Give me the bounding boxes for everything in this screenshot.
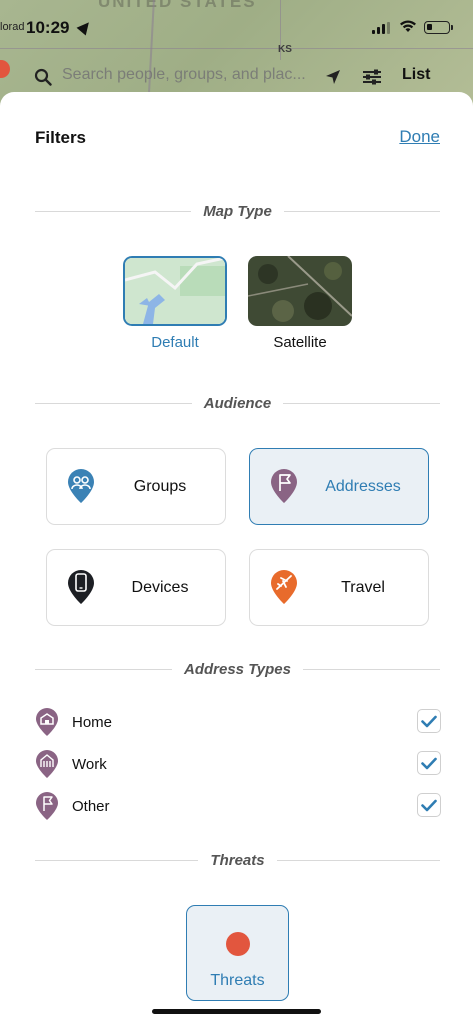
search-bar: List — [22, 60, 452, 96]
flag-pin-icon — [271, 469, 297, 503]
work-label: Work — [72, 755, 107, 773]
checkmark-icon — [421, 757, 437, 769]
satellite-map-thumbnail — [248, 256, 352, 326]
threats-card[interactable]: Threats — [186, 905, 289, 1001]
plane-pin-icon — [271, 570, 297, 604]
status-carrier: lorad — [0, 21, 25, 33]
threats-card-label: Threats — [210, 972, 265, 989]
home-indicator — [152, 1009, 321, 1014]
search-icon — [34, 68, 52, 86]
threat-dot-icon — [226, 932, 250, 956]
map-type-header: Map Type — [35, 203, 440, 220]
default-map-label: Default — [151, 334, 199, 351]
address-type-home: Home — [35, 707, 441, 737]
filters-sheet: Filters Done Map Type Default Satellite … — [0, 92, 473, 1024]
sliders-icon[interactable] — [362, 68, 382, 86]
flag-pin-icon — [36, 792, 58, 820]
satellite-map-label: Satellite — [273, 334, 327, 351]
map-type-satellite[interactable]: Satellite — [248, 256, 352, 351]
address-type-work: Work — [35, 749, 441, 779]
threats-header-label: Threats — [210, 852, 265, 869]
status-time: 10:29 — [26, 18, 70, 37]
list-button[interactable]: List — [402, 66, 430, 84]
audience-card-addresses[interactable]: Addresses — [249, 448, 429, 525]
address-types-header: Address Types — [35, 661, 440, 678]
audience-header-label: Audience — [203, 395, 272, 412]
devices-label: Devices — [131, 578, 189, 596]
device-pin-icon — [68, 570, 94, 604]
travel-label: Travel — [341, 578, 385, 596]
battery-icon — [424, 21, 450, 34]
addresses-label: Addresses — [325, 477, 401, 495]
work-pin-icon — [36, 750, 58, 778]
audience-card-groups[interactable]: Groups — [46, 448, 226, 525]
default-map-thumbnail — [123, 256, 227, 326]
groups-pin-icon — [68, 469, 94, 503]
groups-label: Groups — [133, 477, 187, 495]
audience-card-travel[interactable]: Travel — [249, 549, 429, 626]
search-input[interactable] — [62, 66, 327, 84]
home-checkbox[interactable] — [417, 709, 441, 733]
address-type-other: Other — [35, 791, 441, 821]
threats-header: Threats — [35, 852, 440, 869]
audience-card-devices[interactable]: Devices — [46, 549, 226, 626]
map-state-label: KS — [278, 44, 292, 55]
checkmark-icon — [421, 799, 437, 811]
home-pin-icon — [36, 708, 58, 736]
done-button[interactable]: Done — [399, 127, 440, 147]
map-marker[interactable] — [0, 60, 10, 78]
checkmark-icon — [421, 715, 437, 727]
address-types-header-label: Address Types — [184, 661, 291, 678]
work-checkbox[interactable] — [417, 751, 441, 775]
other-label: Other — [72, 797, 110, 815]
map-type-header-label: Map Type — [203, 203, 272, 220]
wifi-icon — [400, 20, 416, 32]
navigation-arrow-icon[interactable] — [324, 68, 342, 86]
audience-header: Audience — [35, 395, 441, 412]
other-checkbox[interactable] — [417, 793, 441, 817]
map-country-label: UNITED STATES — [98, 0, 257, 11]
map-type-default[interactable]: Default — [123, 256, 227, 351]
sheet-title: Filters — [35, 128, 87, 147]
cellular-signal-icon — [372, 22, 390, 34]
home-label: Home — [72, 713, 113, 731]
